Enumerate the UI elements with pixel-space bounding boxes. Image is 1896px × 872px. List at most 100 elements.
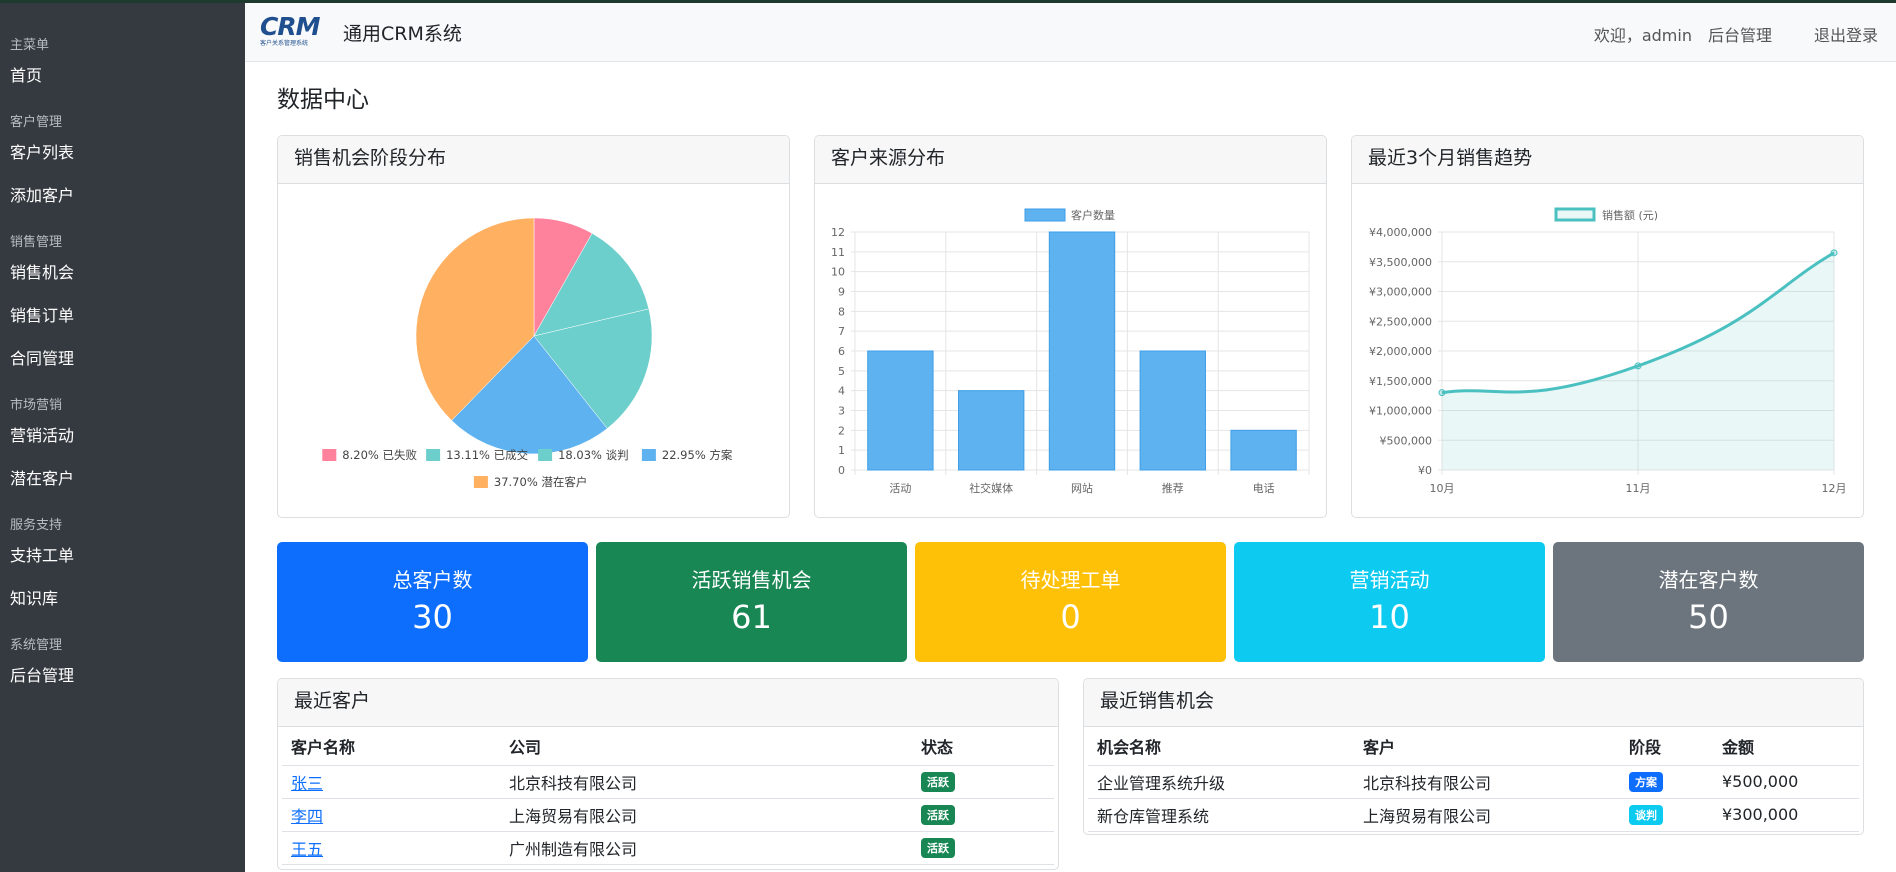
company-cell: 北京科技有限公司	[500, 765, 912, 799]
sidebar-section-5: 销售管理	[10, 235, 63, 250]
company-cell: 上海贸易有限公司	[500, 798, 912, 832]
logo-text: CRM	[260, 12, 320, 41]
col-customer-name: 客户名称	[282, 727, 500, 766]
opportunity-name-cell: 企业管理系统升级	[1088, 765, 1354, 799]
sidebar-item-1[interactable]: 首页	[0, 54, 245, 97]
customer-link[interactable]: 王五	[291, 840, 323, 859]
line-point-0[interactable]	[1438, 389, 1446, 397]
admin-link[interactable]: 后台管理	[1708, 22, 1772, 46]
sidebar: 主菜单 首页 客户管理 客户列表 添加客户 销售管理 销售机会 销售订单 合同管理 市场营销 营销活…	[0, 0, 245, 872]
pie-legend-swatch-1	[426, 449, 441, 461]
stage-badge: 谈判	[1629, 805, 1663, 825]
line-point-2[interactable]	[1830, 249, 1838, 257]
bar-2[interactable]	[1048, 231, 1116, 471]
bar-chart-card: 客户来源分布 0 1 2 3 4 5 6 7 8 9 10 11 12 活动 社交媒体 网站 推荐 电话 客户数量	[814, 135, 1327, 518]
line-card-title: 最近3个月销售趋势	[1352, 136, 1863, 184]
recent-customers-card: 最近客户 客户名称 公司 状态 张三 北京科技有限公司 活跃 李四 上海贸易有限公司 活跃…	[277, 678, 1059, 870]
sidebar-item-13[interactable]: 支持工单	[0, 534, 245, 577]
crm-logo[interactable]: CRM 客户关系管理系统	[260, 14, 324, 50]
sidebar-item-8[interactable]: 合同管理	[0, 337, 245, 380]
sidebar-section-9: 市场营销	[10, 398, 63, 413]
stat-card-0[interactable]: 总客户数 30	[277, 542, 588, 662]
pie-card-title: 销售机会阶段分布	[278, 136, 789, 184]
recent-opportunities-title: 最近销售机会	[1084, 679, 1863, 727]
table-row: 李四 上海贸易有限公司 活跃	[282, 798, 1054, 832]
pie-legend-label-2[interactable]: 18.03% 谈判	[558, 448, 629, 462]
pie-legend-label-0[interactable]: 8.20% 已失败	[342, 448, 417, 462]
amount-cell: ¥300,000	[1713, 798, 1859, 832]
line-y-tick: ¥3,500,000	[1369, 256, 1432, 269]
bar-4[interactable]	[1230, 429, 1297, 471]
col-company: 公司	[500, 727, 912, 766]
customer-link[interactable]: 张三	[291, 774, 323, 793]
stat-label: 待处理工单	[1020, 568, 1121, 592]
sidebar-section-0: 主菜单	[10, 38, 50, 53]
bar-x-label-1: 社交媒体	[969, 481, 1013, 495]
pie-legend-label-1[interactable]: 13.11% 已成交	[446, 448, 529, 462]
pie-legend-swatch-4	[473, 476, 488, 488]
pie-legend-label-3[interactable]: 22.95% 方案	[662, 448, 733, 462]
bar-y-tick: 5	[838, 365, 845, 378]
line-point-1[interactable]	[1634, 362, 1642, 370]
table-row: 张三 北京科技有限公司 活跃	[282, 765, 1054, 799]
status-badge: 活跃	[921, 805, 955, 825]
bar-1[interactable]	[958, 390, 1025, 471]
line-y-tick: ¥2,500,000	[1369, 315, 1432, 328]
customer-link[interactable]: 李四	[291, 807, 323, 826]
sidebar-item-6[interactable]: 销售机会	[0, 251, 245, 294]
stat-card-4[interactable]: 潜在客户数 50	[1553, 542, 1864, 662]
line-y-tick: ¥2,000,000	[1369, 345, 1432, 358]
header-user-area: 欢迎，admin 后台管理 退出登录	[1594, 22, 1878, 46]
col-stage: 阶段	[1620, 727, 1713, 766]
bar-y-tick: 12	[831, 226, 845, 239]
line-x-label-0: 10月	[1430, 482, 1455, 495]
bar-legend-label[interactable]: 客户数量	[1071, 208, 1115, 222]
bar-0[interactable]	[867, 350, 934, 471]
table-row: 企业管理系统升级 北京科技有限公司 方案 ¥500,000	[1088, 765, 1859, 799]
sidebar-item-14[interactable]: 知识库	[0, 577, 245, 620]
stat-value: 50	[1688, 598, 1729, 636]
bar-y-tick: 6	[838, 345, 845, 358]
line-chart-card: 最近3个月销售趋势 ¥0 ¥500,000 ¥1,000,000 ¥1,500,000…	[1351, 135, 1864, 518]
line-legend-label[interactable]: 销售额 (元)	[1602, 208, 1658, 222]
app-title[interactable]: 通用CRM系统	[343, 19, 462, 46]
table-row: 新仓库管理系统 上海贸易有限公司 谈判 ¥300,000	[1088, 798, 1859, 832]
bar-x-label-0: 活动	[889, 482, 911, 495]
company-cell: 广州制造有限公司	[500, 831, 912, 865]
stage-pie-chart: 8.20% 已失败 13.11% 已成交 18.03% 谈判 22.95% 方案 37.…	[322, 217, 733, 489]
opportunity-customer-cell: 北京科技有限公司	[1354, 765, 1620, 799]
bar-y-tick: 7	[838, 325, 845, 338]
stat-card-3[interactable]: 营销活动 10	[1234, 542, 1545, 662]
bar-y-tick: 9	[838, 286, 845, 299]
stat-card-1[interactable]: 活跃销售机会 61	[596, 542, 907, 662]
sidebar-item-11[interactable]: 潜在客户	[0, 457, 245, 500]
sidebar-item-10[interactable]: 营销活动	[0, 414, 245, 457]
top-accent-line	[0, 0, 1896, 3]
logo-subtext: 客户关系管理系统	[260, 40, 309, 47]
bar-y-tick: 10	[831, 266, 845, 279]
sidebar-item-3[interactable]: 客户列表	[0, 131, 245, 174]
stage-badge: 方案	[1629, 772, 1663, 792]
stat-card-2[interactable]: 待处理工单 0	[915, 542, 1226, 662]
amount-cell: ¥500,000	[1713, 765, 1859, 799]
sidebar-item-16[interactable]: 后台管理	[0, 654, 245, 697]
sidebar-item-4[interactable]: 添加客户	[0, 174, 245, 217]
logout-link[interactable]: 退出登录	[1814, 22, 1878, 46]
pie-legend-swatch-0	[322, 449, 337, 461]
stat-value: 30	[412, 598, 453, 636]
source-bar-chart: 0123456789101112活动 社交媒体 网站 推荐 电话客户数量	[831, 208, 1310, 495]
bar-y-tick: 8	[838, 305, 845, 318]
pie-chart-card: 销售机会阶段分布 8.20% 已失败 13.11% 已成交 18.03% 谈判 22.…	[277, 135, 790, 518]
bar-card-title: 客户来源分布	[815, 136, 1326, 184]
pie-legend-swatch-3	[641, 449, 656, 461]
stat-value: 61	[731, 598, 772, 636]
line-y-tick: ¥0	[1418, 464, 1432, 477]
sidebar-item-7[interactable]: 销售订单	[0, 294, 245, 337]
bar-x-label-3: 推荐	[1162, 481, 1184, 495]
bar-3[interactable]	[1139, 350, 1206, 471]
recent-customers-title: 最近客户	[278, 679, 1058, 727]
pie-legend-label-4[interactable]: 37.70% 潜在客户	[494, 475, 588, 489]
top-header: CRM 客户关系管理系统 通用CRM系统 欢迎，admin 后台管理 退出登录	[245, 3, 1896, 62]
status-badge: 活跃	[921, 838, 955, 858]
bar-y-tick: 3	[838, 405, 845, 418]
